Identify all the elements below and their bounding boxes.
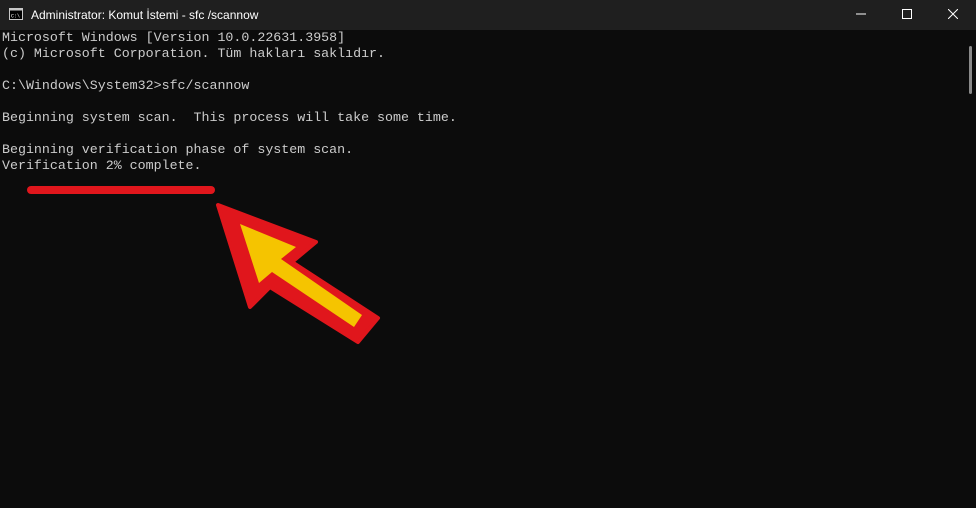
scrollbar-thumb[interactable]: [969, 46, 972, 94]
minimize-button[interactable]: [838, 0, 884, 30]
title-bar[interactable]: C:\ Administrator: Komut İstemi - sfc /s…: [0, 0, 976, 30]
close-icon: [947, 8, 959, 22]
console-line-verification-phase: Beginning verification phase of system s…: [2, 142, 354, 157]
console-output[interactable]: Microsoft Windows [Version 10.0.22631.39…: [0, 30, 962, 508]
svg-text:C:\: C:\: [11, 14, 20, 20]
cmd-prompt-icon: C:\: [9, 8, 23, 20]
console-line-version: Microsoft Windows [Version 10.0.22631.39…: [2, 30, 346, 45]
close-button[interactable]: [930, 0, 976, 30]
window-title: Administrator: Komut İstemi - sfc /scann…: [31, 8, 259, 22]
terminal-window: C:\ Administrator: Komut İstemi - sfc /s…: [0, 0, 976, 508]
minimize-icon: [856, 8, 866, 22]
console-line-scan-begin: Beginning system scan. This process will…: [2, 110, 457, 125]
maximize-icon: [902, 8, 912, 22]
maximize-button[interactable]: [884, 0, 930, 30]
console-line-command: C:\Windows\System32>sfc/scannow: [2, 78, 250, 93]
console-line-verification-progress: Verification 2% complete.: [2, 158, 202, 173]
vertical-scrollbar[interactable]: [962, 30, 976, 508]
console-line-copyright: (c) Microsoft Corporation. Tüm hakları s…: [2, 46, 386, 61]
